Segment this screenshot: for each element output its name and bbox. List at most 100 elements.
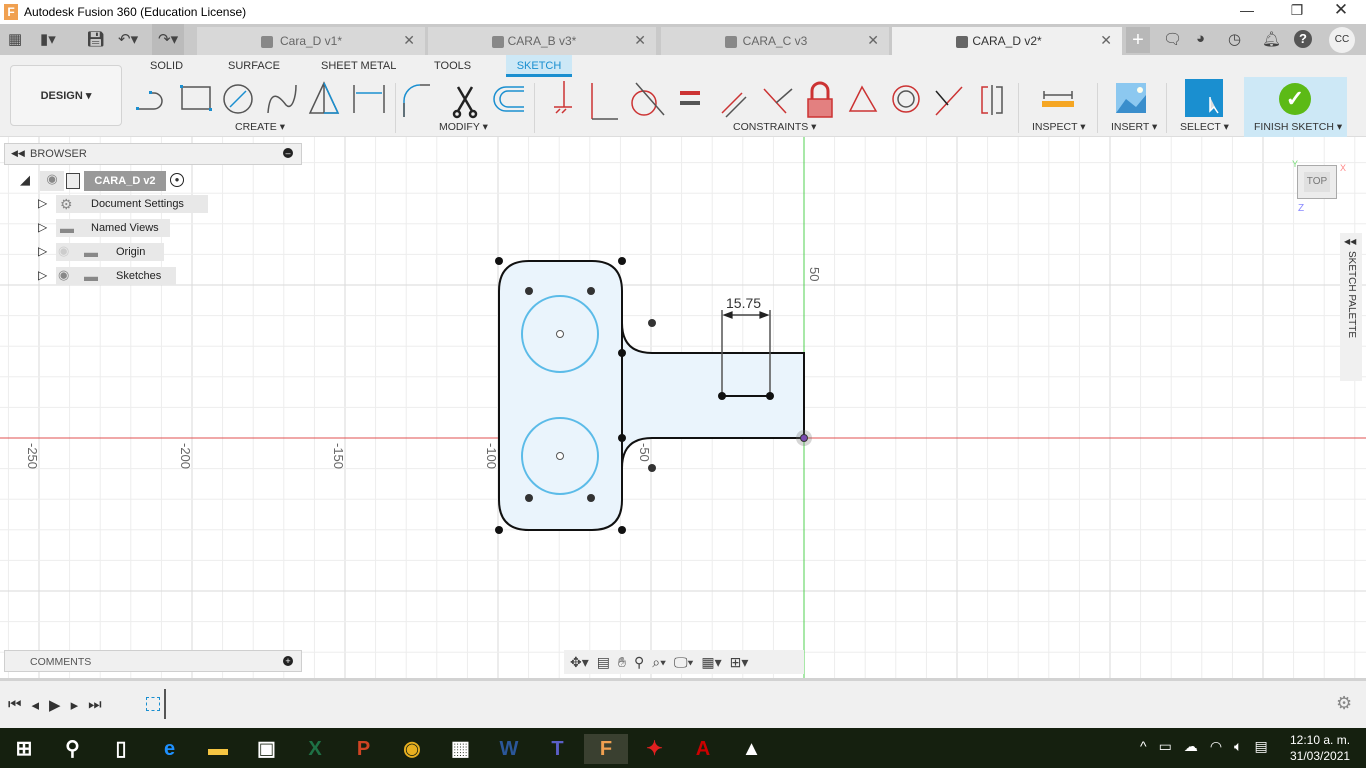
create-menu[interactable]: CREATE ▾ <box>235 121 285 133</box>
sketch-point[interactable] <box>618 257 626 265</box>
history-icon[interactable]: ◷ <box>1228 30 1241 48</box>
tab-cara-b-v3[interactable]: CARA_B v3* ✕ <box>428 27 656 55</box>
taskbar-powerpoint-icon[interactable]: P <box>342 734 386 764</box>
insert-menu[interactable]: INSERT ▾ <box>1111 121 1157 133</box>
taskbar-word-icon[interactable]: W <box>487 734 531 764</box>
insert-image-icon[interactable] <box>1116 83 1146 113</box>
taskbar-edge-icon[interactable]: e <box>148 734 192 764</box>
file-menu-icon[interactable]: ▮▾ <box>40 30 56 48</box>
sketch-feature-icon[interactable] <box>146 697 160 711</box>
expand-triangle-icon[interactable]: ▷ <box>38 196 47 210</box>
expand-palette-icon[interactable]: ◀◀ <box>1344 237 1356 246</box>
sketch-point[interactable] <box>618 349 626 357</box>
trim-tool-icon[interactable] <box>452 86 478 119</box>
inspect-menu[interactable]: INSPECT ▾ <box>1032 121 1086 133</box>
browser-item[interactable]: ▷ ◉ ▬ Sketches <box>36 267 296 285</box>
dimension-tool-icon[interactable] <box>353 85 385 113</box>
save-icon[interactable]: 💾︎ <box>86 30 105 48</box>
close-tab-icon[interactable]: ✕ <box>634 32 646 49</box>
minimize-button[interactable]: — <box>1232 2 1262 22</box>
dimension-line[interactable] <box>722 311 770 319</box>
sketch-canvas[interactable]: 15.75 -250 -200 -150 -100 -50 50 ◀◀ BROWSER … <box>0 137 1366 678</box>
settings-gear-icon[interactable]: ⚙ <box>1336 693 1352 714</box>
clock[interactable]: 12:10 a. m. 31/03/2021 <box>1290 732 1350 764</box>
expand-triangle-icon[interactable]: ▷ <box>38 244 47 258</box>
look-at-icon[interactable]: ▤ <box>597 654 610 671</box>
taskbar-calculator-icon[interactable]: ▦ <box>439 734 483 764</box>
hidden-eye-icon[interactable]: ◉ <box>58 243 69 259</box>
sketch-point[interactable] <box>618 526 626 534</box>
circle-tool-icon[interactable] <box>223 84 253 114</box>
dimension-value[interactable]: 15.75 <box>726 295 761 311</box>
fit-icon[interactable]: ⌕▾ <box>652 654 666 671</box>
view-cube[interactable]: TOP <box>1297 165 1337 199</box>
sketch-point[interactable] <box>587 494 595 502</box>
taskbar-fusion360-icon[interactable]: F <box>584 734 628 764</box>
go-to-end-icon[interactable]: ⏭︎ <box>88 696 102 714</box>
taskbar-start-icon[interactable]: ⊞ <box>2 734 46 764</box>
tab-cara-d-v2[interactable]: CARA_D v2* ✕ <box>892 27 1122 55</box>
fillet-tool-icon[interactable] <box>403 84 430 117</box>
browser-minimize-icon[interactable]: – <box>283 148 293 158</box>
sketch-point[interactable] <box>525 287 533 295</box>
collinear-constraint-icon[interactable] <box>935 86 963 116</box>
redo-icon[interactable]: ↷▾ <box>152 24 185 55</box>
center-point[interactable] <box>556 452 564 460</box>
zoom-icon[interactable]: ⚲ <box>634 654 644 671</box>
sketch-point[interactable] <box>766 392 774 400</box>
user-avatar[interactable]: CC <box>1329 27 1355 53</box>
midpoint-constraint-icon[interactable] <box>848 85 878 112</box>
symmetry-constraint-icon[interactable] <box>981 85 1003 115</box>
sketch-point[interactable] <box>495 257 503 265</box>
sketch-point[interactable] <box>495 526 503 534</box>
taskbar-chrome-icon[interactable]: ◉ <box>390 734 434 764</box>
tab-surface[interactable]: SURFACE <box>228 60 280 72</box>
close-tab-icon[interactable]: ✕ <box>867 32 879 49</box>
taskbar-photos-icon[interactable]: ▲ <box>730 734 774 764</box>
browser-item[interactable]: ▷ ◉ ▬ Origin <box>36 243 296 261</box>
restore-button[interactable]: ❐ <box>1282 2 1312 22</box>
notifications-icon[interactable]: 🔔︎ <box>1262 30 1281 48</box>
close-tab-icon[interactable]: ✕ <box>403 32 415 49</box>
comments-icon[interactable]: 🗨︎ <box>1163 30 1182 48</box>
tab-cara-c-v3[interactable]: CARA_C v3 ✕ <box>661 27 889 55</box>
taskbar-excel-icon[interactable]: X <box>293 734 337 764</box>
grid-settings-icon[interactable]: ▦▾ <box>701 654 721 671</box>
tab-sketch[interactable]: SKETCH <box>506 55 572 77</box>
visibility-eye-icon[interactable]: ◉ <box>40 171 64 191</box>
sketch-point[interactable] <box>718 392 726 400</box>
sketch-palette-tab[interactable]: ◀◀ SKETCH PALETTE <box>1340 233 1362 381</box>
taskbar-teams-icon[interactable]: T <box>536 734 580 764</box>
step-forward-icon[interactable]: ▸ <box>71 696 79 714</box>
taskbar-store-icon[interactable]: ▣ <box>245 734 289 764</box>
collapse-browser-icon[interactable]: ◀◀ <box>11 148 25 159</box>
taskbar-app-red-icon[interactable]: ✦ <box>633 734 677 764</box>
browser-item[interactable]: ▷ ▬ Named Views <box>36 219 296 237</box>
display-settings-icon[interactable]: 🖵︎▾ <box>674 654 693 671</box>
equal-constraint-icon[interactable] <box>680 91 700 105</box>
expand-triangle-icon[interactable]: ▷ <box>38 220 47 234</box>
show-hidden-icons[interactable]: ^ <box>1140 738 1147 755</box>
help-icon[interactable]: ? <box>1294 30 1312 48</box>
tab-cara-d-v1[interactable]: Cara_D v1* ✕ <box>197 27 425 55</box>
tree-root[interactable]: ◢ ◉ CARA_D v2 ● <box>20 171 192 191</box>
taskbar-file-explorer-icon[interactable]: ▬ <box>196 734 240 764</box>
go-to-start-icon[interactable]: ⏮︎ <box>8 696 22 714</box>
rectangle-tool-icon[interactable] <box>180 85 212 111</box>
job-status-icon[interactable]: ◕ <box>1196 30 1205 47</box>
measure-icon[interactable] <box>1042 91 1074 107</box>
add-comment-icon[interactable]: + <box>283 656 293 666</box>
app-grid-icon[interactable]: ▦ <box>8 30 22 48</box>
new-tab-button[interactable]: + <box>1126 27 1150 53</box>
taskbar-search-icon[interactable]: ⚲ <box>51 734 95 764</box>
view-cube-face-top[interactable]: TOP <box>1304 172 1330 192</box>
concentric-constraint-icon[interactable] <box>892 85 920 113</box>
triangle-tool-icon[interactable] <box>308 81 340 114</box>
offset-tool-icon[interactable] <box>493 86 524 112</box>
workspace-switcher[interactable]: DESIGN ▾ <box>10 65 122 126</box>
constraints-menu[interactable]: CONSTRAINTS ▾ <box>733 121 816 133</box>
tab-tools[interactable]: TOOLS <box>434 60 471 72</box>
center-point[interactable] <box>556 330 564 338</box>
sketch-point[interactable] <box>587 287 595 295</box>
onedrive-error-icon[interactable]: ☁ <box>1184 738 1198 755</box>
